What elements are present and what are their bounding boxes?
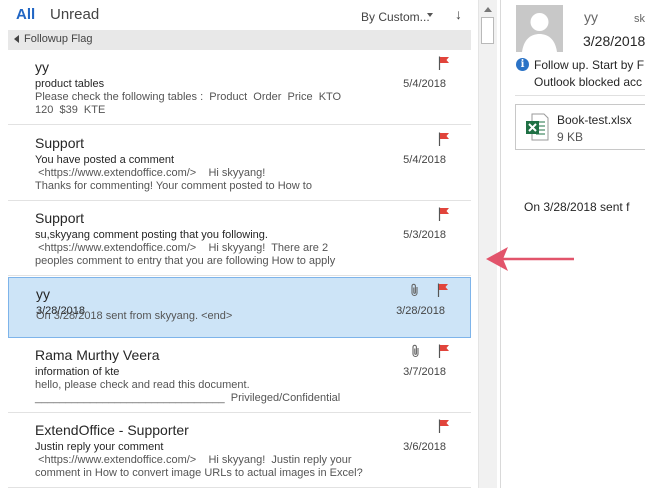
group-header-label: Followup Flag <box>24 33 93 45</box>
annotation-arrow-icon <box>486 247 574 271</box>
attachment-size: 9 KB <box>557 130 584 144</box>
message-preview: Please check the following tables : Prod… <box>35 91 342 116</box>
message-subject: su,skyyang comment posting that you foll… <box>35 229 268 241</box>
chevron-down-icon[interactable] <box>427 13 433 17</box>
person-icon <box>516 5 563 52</box>
sort-dropdown[interactable]: By Custom... <box>361 10 430 24</box>
scrollbar-thumb[interactable] <box>481 17 494 44</box>
paperclip-icon <box>410 283 420 297</box>
message-sender: yy <box>36 286 50 302</box>
message-sender: Rama Murthy Veera <box>35 347 160 363</box>
reading-sender: yy <box>584 9 598 25</box>
list-toolbar: All Unread By Custom... ↓ <box>0 0 478 28</box>
info-icon: i <box>516 58 529 71</box>
flag-icon[interactable] <box>438 344 450 358</box>
flag-icon[interactable] <box>438 207 450 221</box>
message-date: 5/4/2018 <box>403 154 446 166</box>
avatar <box>516 5 563 52</box>
message-preview: On 3/28/2018 sent from skyyang. <end> <box>36 310 233 322</box>
message-date: 5/4/2018 <box>403 78 446 90</box>
reading-recipient: sk <box>634 13 645 25</box>
message-sender: Support <box>35 210 85 226</box>
message-row[interactable]: yy product tables 5/4/2018 Please check the… <box>8 51 471 125</box>
tab-all[interactable]: All <box>16 6 35 23</box>
flag-icon[interactable] <box>437 283 449 297</box>
excel-file-icon <box>526 113 549 141</box>
message-sender: ExtendOffice - Supporter <box>35 422 189 438</box>
message-row[interactable]: Rama Murthy Veera information of kte 3/7/2… <box>8 339 471 413</box>
message-row[interactable]: Support You have posted a comment 5/4/2018… <box>8 127 471 201</box>
message-subject: information of kte <box>35 366 120 378</box>
message-row[interactable]: yy 3/28/2018 3/28/2018 On 3/28/2018 sent fr… <box>8 277 471 338</box>
message-sender: Support <box>35 135 85 151</box>
tab-unread[interactable]: Unread <box>50 6 99 23</box>
flag-icon[interactable] <box>438 56 450 70</box>
paperclip-icon <box>411 344 421 358</box>
reading-subject: 3/28/2018 <box>583 33 645 49</box>
message-date: 3/7/2018 <box>403 366 446 378</box>
header-divider <box>515 95 645 96</box>
message-preview: <https://www.extendoffice.com/> Hi skyya… <box>35 242 336 267</box>
message-row[interactable]: ExtendOffice - Supporter Justin reply you… <box>8 414 471 488</box>
message-body: On 3/28/2018 sent f <box>524 200 630 214</box>
attachment-name: Book-test.xlsx <box>557 113 632 127</box>
flag-icon[interactable] <box>438 132 450 146</box>
info-bar-line1: Follow up. Start by F <box>534 58 645 72</box>
scroll-up-arrow-icon[interactable] <box>484 7 492 12</box>
message-row[interactable]: Support su,skyyang comment posting that y… <box>8 202 471 276</box>
message-subject: product tables <box>35 78 105 90</box>
sort-direction-icon[interactable]: ↓ <box>455 6 462 22</box>
collapse-triangle-icon[interactable] <box>14 35 19 43</box>
message-preview: <https://www.extendoffice.com/> Hi skyya… <box>35 454 363 479</box>
message-date: 5/3/2018 <box>403 229 446 241</box>
info-bar-line2: Outlook blocked acc <box>534 75 643 89</box>
message-subject: Justin reply your comment <box>35 441 164 453</box>
flag-icon[interactable] <box>438 419 450 433</box>
message-date: 3/6/2018 <box>403 441 446 453</box>
message-subject: You have posted a comment <box>35 154 175 166</box>
message-sender: yy <box>35 59 49 75</box>
attachment-card[interactable]: Book-test.xlsx 9 KB <box>515 104 645 150</box>
message-date: 3/28/2018 <box>396 305 445 317</box>
message-list-pane: All Unread By Custom... ↓ Followup Flag … <box>0 0 478 488</box>
message-preview: <https://www.extendoffice.com/> Hi skyya… <box>35 167 312 192</box>
message-preview: hello, please check and read this docume… <box>35 379 341 404</box>
